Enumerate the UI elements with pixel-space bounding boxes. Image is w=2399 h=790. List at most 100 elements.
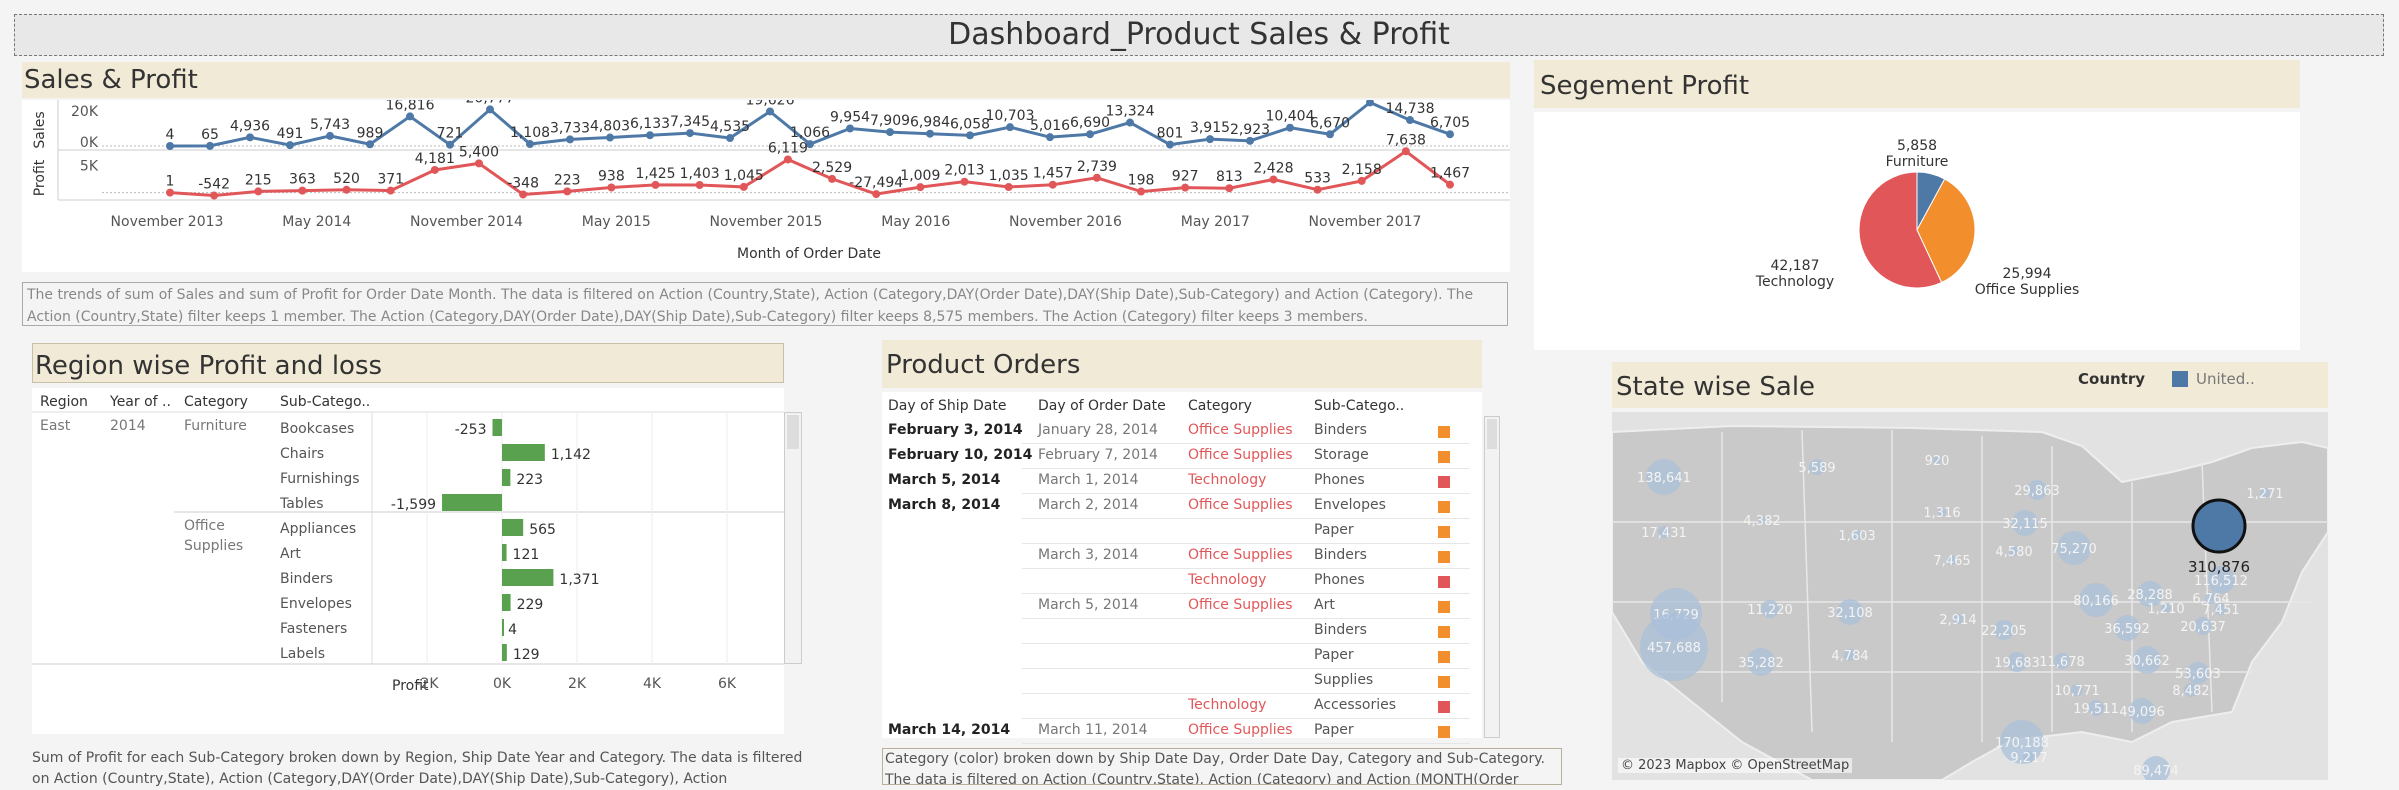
sales-point[interactable] [1126, 118, 1134, 127]
sales-point[interactable] [1166, 140, 1174, 149]
profit-point[interactable] [298, 186, 307, 195]
map-panel[interactable]: 138,641 5,589 920 29,863 1,271 17,431 4,382 1,6… [1612, 412, 2328, 780]
orders-cell-subcategory[interactable]: Accessories [1314, 697, 1396, 713]
orders-header-category[interactable]: Category [1188, 398, 1252, 414]
orders-cell-subcategory[interactable]: Binders [1314, 422, 1367, 438]
orders-category-swatch[interactable] [1438, 726, 1450, 738]
orders-cell-order[interactable]: March 3, 2014 [1038, 547, 1139, 563]
profit-point[interactable] [1269, 175, 1278, 184]
orders-cell-category[interactable]: Technology [1188, 472, 1266, 488]
sales-point[interactable] [966, 131, 974, 140]
profit-point[interactable] [695, 180, 704, 189]
orders-cell-category[interactable]: Technology [1188, 697, 1266, 713]
orders-cell-subcategory[interactable]: Art [1314, 597, 1335, 613]
orders-cell-ship[interactable]: March 8, 2014 [888, 497, 1000, 513]
region-bar[interactable] [502, 544, 507, 561]
profit-point[interactable] [1401, 147, 1410, 156]
profit-point[interactable] [563, 187, 572, 196]
region-bar[interactable] [502, 444, 545, 461]
profit-point[interactable] [916, 183, 925, 192]
profit-point[interactable] [607, 183, 616, 192]
profit-point[interactable] [166, 188, 174, 197]
region-bar[interactable] [502, 619, 504, 636]
sales-point[interactable] [166, 141, 174, 150]
sales-point[interactable] [1206, 135, 1214, 144]
profit-point[interactable] [872, 190, 881, 199]
region-bar[interactable] [502, 594, 511, 611]
orders-scrollbar[interactable] [1484, 416, 1500, 738]
orders-scroll-thumb[interactable] [1487, 419, 1497, 449]
profit-point[interactable] [430, 165, 439, 174]
orders-category-swatch[interactable] [1438, 501, 1450, 513]
profit-point[interactable] [474, 159, 483, 168]
orders-header-subcategory[interactable]: Sub-Catego.. [1314, 398, 1404, 414]
orders-cell-category[interactable]: Office Supplies [1188, 422, 1293, 438]
profit-point[interactable] [519, 190, 528, 199]
orders-category-swatch[interactable] [1438, 576, 1450, 588]
orders-cell-subcategory[interactable]: Binders [1314, 547, 1367, 563]
sales-point[interactable] [1006, 123, 1014, 132]
orders-cell-subcategory[interactable]: Paper [1314, 522, 1354, 538]
profit-point[interactable] [210, 191, 219, 200]
sales-point[interactable] [206, 141, 214, 150]
orders-cell-ship[interactable]: March 5, 2014 [888, 472, 1000, 488]
orders-category-swatch[interactable] [1438, 551, 1450, 563]
map-legend-swatch[interactable] [2172, 371, 2188, 387]
orders-category-swatch[interactable] [1438, 651, 1450, 663]
orders-cell-category[interactable]: Office Supplies [1188, 447, 1293, 463]
profit-point[interactable] [1137, 187, 1146, 196]
orders-cell-subcategory[interactable]: Paper [1314, 647, 1354, 663]
sales-point[interactable] [686, 129, 694, 138]
profit-point[interactable] [1092, 173, 1101, 182]
orders-category-swatch[interactable] [1438, 426, 1450, 438]
region-bar[interactable] [502, 469, 511, 486]
sales-point[interactable] [1286, 123, 1294, 132]
segment-pie-chart[interactable]: 5,858Furniture 25,994Office Supplies 42,18… [1534, 112, 2300, 350]
region-bar[interactable] [502, 569, 554, 586]
region-bar[interactable] [442, 494, 502, 511]
profit-point[interactable] [1181, 183, 1190, 192]
orders-cell-order[interactable]: March 11, 2014 [1038, 722, 1147, 738]
orders-cell-order[interactable]: March 2, 2014 [1038, 497, 1139, 513]
profit-point[interactable] [1446, 180, 1454, 189]
orders-cell-subcategory[interactable]: Phones [1314, 472, 1365, 488]
sales-point[interactable] [1446, 130, 1454, 139]
profit-point[interactable] [739, 182, 748, 191]
orders-category-swatch[interactable] [1438, 526, 1450, 538]
orders-cell-subcategory[interactable]: Paper [1314, 722, 1354, 738]
orders-cell-order[interactable]: February 7, 2014 [1038, 447, 1158, 463]
orders-cell-category[interactable]: Office Supplies [1188, 722, 1293, 738]
region-scroll-thumb[interactable] [787, 415, 799, 449]
orders-cell-order[interactable]: January 28, 2014 [1038, 422, 1158, 438]
orders-header-order[interactable]: Day of Order Date [1038, 398, 1166, 414]
orders-cell-category[interactable]: Office Supplies [1188, 597, 1293, 613]
orders-category-swatch[interactable] [1438, 676, 1450, 688]
sales-point[interactable] [366, 140, 374, 149]
profit-point[interactable] [1225, 184, 1234, 193]
orders-cell-category[interactable]: Office Supplies [1188, 547, 1293, 563]
sales-point[interactable] [286, 141, 294, 150]
sales-point[interactable] [1086, 130, 1094, 139]
profit-point[interactable] [651, 180, 660, 189]
sales-point[interactable] [646, 131, 654, 140]
sales-point[interactable] [846, 124, 854, 133]
sales-point[interactable] [926, 129, 934, 138]
sales-point[interactable] [1326, 130, 1334, 139]
sales-point[interactable] [766, 107, 774, 116]
sales-point[interactable] [1406, 116, 1414, 125]
map-legend-item[interactable]: United.. [2196, 370, 2255, 388]
orders-category-swatch[interactable] [1438, 451, 1450, 463]
region-bar-chart[interactable]: -2K 0K 2K 4K 6K Bookcases -253 Chairs 1,142 Furni… [32, 388, 784, 734]
orders-cell-subcategory[interactable]: Binders [1314, 622, 1367, 638]
sales-point[interactable] [326, 131, 334, 140]
map-attribution[interactable]: © 2023 Mapbox © OpenStreetMap [1618, 758, 1853, 773]
orders-cell-subcategory[interactable]: Supplies [1314, 672, 1373, 688]
selected-state-bubble[interactable] [2191, 498, 2247, 554]
sales-point[interactable] [246, 133, 254, 142]
sales-point[interactable] [1046, 133, 1054, 142]
profit-point[interactable] [1313, 185, 1322, 194]
orders-header-ship[interactable]: Day of Ship Date [888, 398, 1007, 414]
region-bar[interactable] [502, 644, 507, 661]
profit-point[interactable] [1048, 180, 1057, 189]
orders-cell-subcategory[interactable]: Envelopes [1314, 497, 1386, 513]
